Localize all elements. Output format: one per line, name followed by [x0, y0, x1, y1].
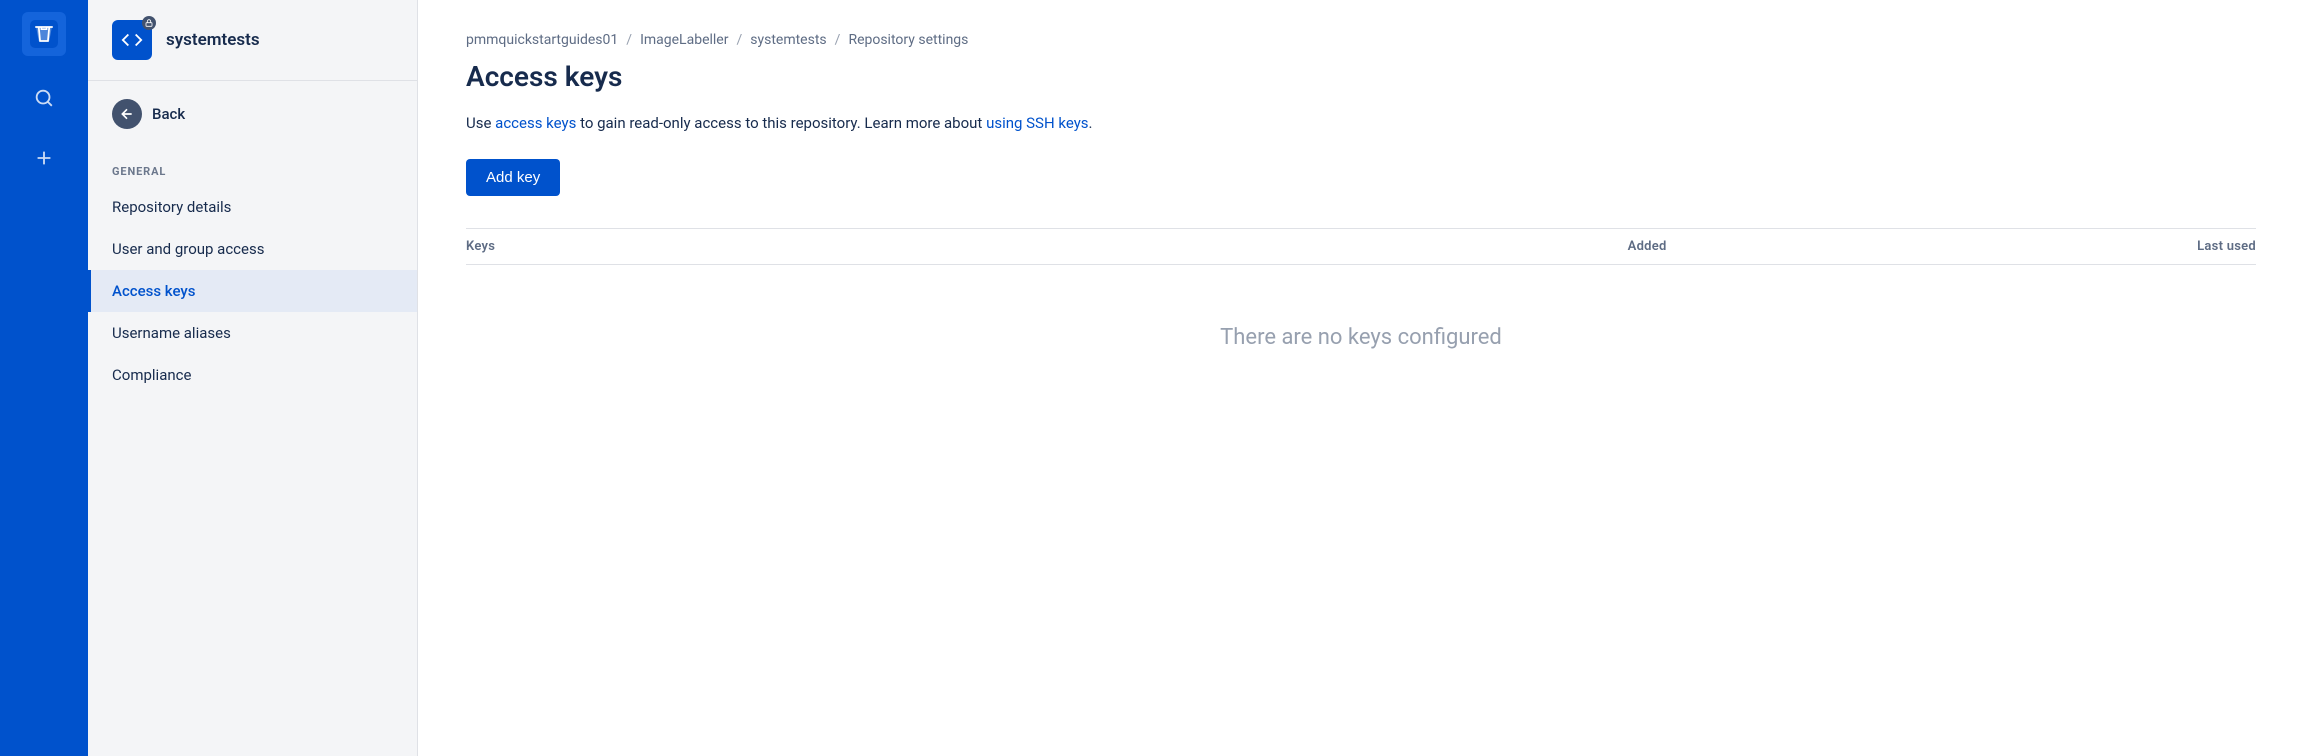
- sidebar-section-label: GENERAL: [88, 147, 417, 186]
- description-prefix: Use: [466, 114, 495, 132]
- page-description: Use access keys to gain read-only access…: [466, 111, 2256, 135]
- breadcrumb: pmmquickstartguides01 / ImageLabeller / …: [466, 32, 2256, 48]
- sidebar-item-username-aliases[interactable]: Username aliases: [88, 312, 417, 354]
- empty-state-message: There are no keys configured: [466, 265, 2256, 411]
- access-keys-link[interactable]: access keys: [495, 114, 576, 132]
- sidebar-item-compliance[interactable]: Compliance: [88, 354, 417, 396]
- global-nav: [0, 0, 88, 756]
- sidebar-item-access-keys[interactable]: Access keys: [88, 270, 417, 312]
- sidebar: systemtests Back GENERAL Repository deta…: [88, 0, 418, 756]
- back-circle-icon: [112, 99, 142, 129]
- breadcrumb-item-2: ImageLabeller: [640, 32, 728, 48]
- empty-state-row: There are no keys configured: [466, 265, 2256, 411]
- page-title: Access keys: [466, 60, 2256, 93]
- repo-name: systemtests: [166, 30, 260, 50]
- sidebar-header: systemtests: [88, 0, 417, 81]
- sidebar-item-repo-details[interactable]: Repository details: [88, 186, 417, 228]
- description-middle: to gain read-only access to this reposit…: [576, 114, 986, 132]
- description-suffix: .: [1089, 114, 1093, 132]
- breadcrumb-sep-3: /: [835, 32, 841, 48]
- col-added: Added: [718, 229, 1746, 265]
- back-label: Back: [152, 105, 185, 123]
- main-content: pmmquickstartguides01 / ImageLabeller / …: [418, 0, 2304, 756]
- ssh-keys-link[interactable]: using SSH keys: [986, 114, 1088, 132]
- breadcrumb-item-3: systemtests: [750, 32, 826, 48]
- create-nav-icon[interactable]: [26, 140, 62, 176]
- col-last-used: Last used: [1747, 229, 2256, 265]
- breadcrumb-item-1: pmmquickstartguides01: [466, 32, 618, 48]
- add-key-button[interactable]: Add key: [466, 159, 560, 196]
- back-button[interactable]: Back: [88, 81, 417, 147]
- breadcrumb-current: Repository settings: [848, 32, 968, 48]
- sidebar-item-user-group-access[interactable]: User and group access: [88, 228, 417, 270]
- col-keys: Keys: [466, 229, 718, 265]
- bitbucket-logo[interactable]: [22, 12, 66, 56]
- search-nav-icon[interactable]: [26, 80, 62, 116]
- keys-table: Keys Added Last used There are no keys c…: [466, 228, 2256, 410]
- breadcrumb-sep-2: /: [736, 32, 742, 48]
- repo-icon: [112, 20, 152, 60]
- breadcrumb-sep-1: /: [626, 32, 632, 48]
- lock-badge: [142, 16, 156, 30]
